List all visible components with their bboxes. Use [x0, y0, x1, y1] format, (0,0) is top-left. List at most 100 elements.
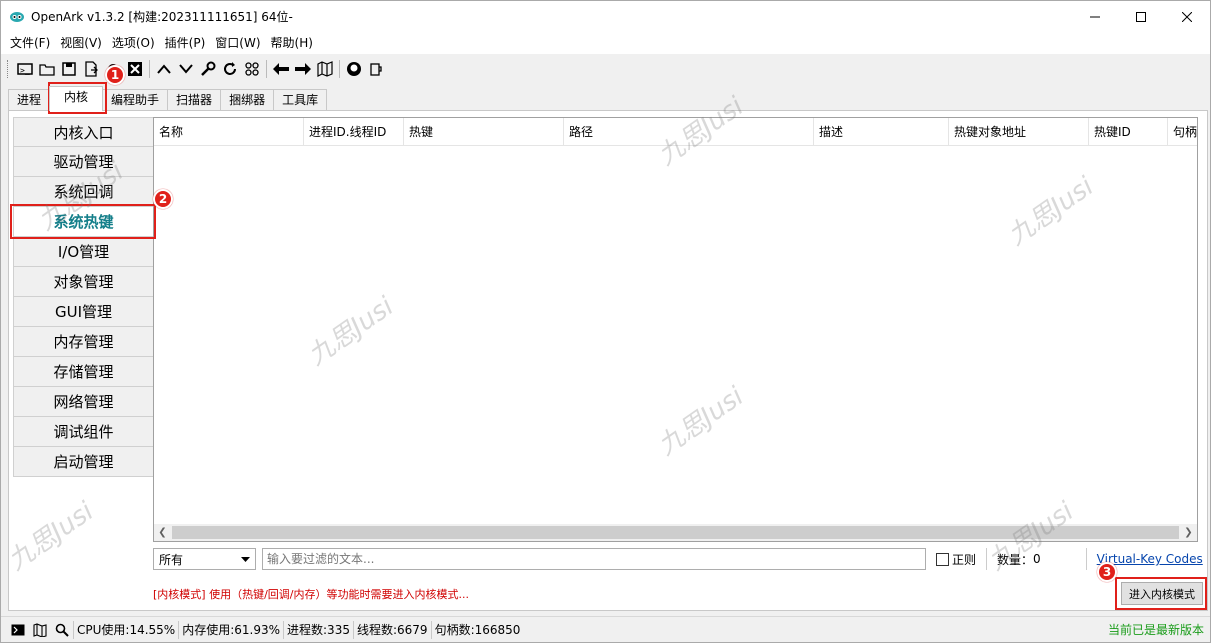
nav-startup-manager[interactable]: 启动管理	[13, 447, 154, 477]
title-bar: OpenArk v1.3.2 [构建:202311111651] 64位-	[1, 1, 1210, 32]
filter-scope-select[interactable]: 所有	[153, 548, 256, 570]
search-icon[interactable]	[51, 620, 73, 640]
map-icon[interactable]	[29, 620, 51, 640]
count-label: 数量：	[997, 552, 1034, 567]
menu-bar: 文件(F) 视图(V) 选项(O) 插件(P) 窗口(W) 帮助(H)	[1, 32, 1210, 54]
nav-system-hotkeys[interactable]: 系统热键	[13, 207, 154, 237]
minimize-button[interactable]	[1072, 1, 1118, 32]
app-window: OpenArk v1.3.2 [构建:202311111651] 64位- 文件…	[0, 0, 1211, 643]
menu-help[interactable]: 帮助(H)	[266, 32, 318, 54]
tab-kernel[interactable]: 内核	[49, 86, 104, 111]
scroll-left-icon[interactable]: ❮	[154, 524, 171, 541]
column-header-description[interactable]: 描述	[814, 118, 949, 146]
nav-memory-manager[interactable]: 内存管理	[13, 327, 154, 357]
github-icon[interactable]	[343, 58, 365, 80]
menu-plugins[interactable]: 插件(P)	[160, 32, 211, 54]
export-icon[interactable]	[80, 58, 102, 80]
nav-gui-manager[interactable]: GUI管理	[13, 297, 154, 327]
update-status: 当前已是最新版本	[1107, 623, 1204, 637]
toolbar-separator	[339, 60, 340, 78]
nav-storage-manager[interactable]: 存储管理	[13, 357, 154, 387]
regex-label: 正则	[952, 552, 977, 567]
dropdown-arrow-icon	[241, 556, 250, 562]
close-button[interactable]	[1164, 1, 1210, 32]
process-count: 进程数:335	[283, 620, 353, 639]
thread-count: 线程数:6679	[352, 620, 431, 639]
count-display: 数量： 0	[997, 551, 1041, 568]
nav-kernel-entry[interactable]: 内核入口	[13, 117, 154, 147]
tab-process[interactable]: 进程	[8, 89, 51, 111]
coffee-icon[interactable]	[365, 58, 387, 80]
exit-icon[interactable]	[124, 58, 146, 80]
nav-debug-components[interactable]: 调试组件	[13, 417, 154, 447]
handle-count: 句柄数:166850	[430, 620, 524, 639]
column-header-handle[interactable]: 句柄	[1168, 118, 1197, 146]
toolbar: >_	[1, 56, 1210, 82]
menu-view[interactable]: 视图(V)	[55, 32, 107, 54]
nav-system-callbacks[interactable]: 系统回调	[13, 177, 154, 207]
scroll-right-icon[interactable]: ❯	[1180, 524, 1197, 541]
tab-coder[interactable]: 编程助手	[102, 89, 169, 111]
nav-object-manager[interactable]: 对象管理	[13, 267, 154, 297]
memory-usage: 内存使用:61.93%	[178, 620, 283, 639]
column-header-object-address[interactable]: 热键对象地址	[949, 118, 1089, 146]
tab-scanner[interactable]: 扫描器	[167, 89, 222, 111]
wrench-icon[interactable]	[197, 58, 219, 80]
horizontal-scrollbar[interactable]: ❮ ❯	[154, 524, 1197, 541]
minimize-icon	[1090, 16, 1100, 17]
column-header-path[interactable]: 路径	[564, 118, 814, 146]
divider	[986, 548, 988, 570]
status-bar: CPU使用:14.55% 内存使用:61.93% 进程数:335 线程数:667…	[1, 616, 1210, 642]
regex-checkbox[interactable]	[936, 552, 949, 566]
filter-bar: 所有 正则 数量： 0 Virtual-Key Codes	[153, 547, 1203, 571]
toolbar-separator	[266, 60, 267, 78]
refresh-icon[interactable]	[219, 58, 241, 80]
open-folder-icon[interactable]	[36, 58, 58, 80]
main-tabs: 进程 内核 编程助手 扫描器 捆绑器 工具库	[8, 86, 328, 111]
regex-option[interactable]: 正则	[936, 551, 976, 568]
tab-toolkit[interactable]: 工具库	[273, 89, 328, 111]
toolbar-grip	[7, 60, 10, 78]
menu-options[interactable]: 选项(O)	[107, 32, 160, 54]
arrow-right-icon[interactable]	[292, 58, 314, 80]
toolbar-separator	[149, 60, 150, 78]
grid-icon[interactable]	[241, 58, 263, 80]
enter-kernel-mode-button[interactable]: 进入内核模式	[1121, 582, 1203, 605]
column-header-pid-tid[interactable]: 进程ID.线程ID	[304, 118, 404, 146]
step-badge-1: 1	[105, 65, 125, 85]
menu-file[interactable]: 文件(F)	[5, 32, 55, 54]
chevron-down-icon[interactable]	[175, 58, 197, 80]
chevron-up-icon[interactable]	[153, 58, 175, 80]
svg-text:>_: >_	[20, 66, 30, 75]
step-badge-2: 2	[153, 189, 173, 209]
console-icon[interactable]: >_	[14, 58, 36, 80]
column-header-hotkey[interactable]: 热键	[404, 118, 564, 146]
openark-logo-icon	[10, 11, 24, 22]
maximize-button[interactable]	[1118, 1, 1164, 32]
scrollbar-thumb[interactable]	[172, 526, 1179, 539]
close-icon	[1182, 11, 1192, 22]
save-icon[interactable]	[58, 58, 80, 80]
kernel-mode-message: [内核模式] 使用（热键/回调/内存）等功能时需要进入内核模式...	[153, 588, 469, 601]
filter-scope-value: 所有	[159, 552, 184, 567]
cpu-usage: CPU使用:14.55%	[73, 620, 178, 639]
kernel-sidenav: 内核入口 驱动管理 系统回调 系统热键 I/O管理 对象管理 GUI管理 内存管…	[13, 117, 154, 477]
step-badge-3: 3	[1097, 562, 1117, 582]
terminal-icon[interactable]	[7, 620, 29, 640]
nav-driver-manager[interactable]: 驱动管理	[13, 147, 154, 177]
filter-text-input[interactable]	[262, 548, 926, 570]
tab-bundler[interactable]: 捆绑器	[220, 89, 275, 111]
count-value: 0	[1033, 552, 1041, 566]
menu-window[interactable]: 窗口(W)	[210, 32, 265, 54]
hotkey-table: 名称 进程ID.线程ID 热键 路径 描述 热键对象地址 热键ID 句柄 ❮ ❯	[153, 117, 1198, 542]
window-title: OpenArk v1.3.2 [构建:202311111651] 64位-	[31, 10, 293, 24]
table-header: 名称 进程ID.线程ID 热键 路径 描述 热键对象地址 热键ID 句柄	[154, 118, 1197, 146]
maximize-icon	[1136, 11, 1146, 22]
divider	[1085, 548, 1087, 570]
column-header-name[interactable]: 名称	[154, 118, 304, 146]
arrow-left-icon[interactable]	[270, 58, 292, 80]
column-header-hotkey-id[interactable]: 热键ID	[1089, 118, 1168, 146]
nav-io-manager[interactable]: I/O管理	[13, 237, 154, 267]
map-icon[interactable]	[314, 58, 336, 80]
nav-network-manager[interactable]: 网络管理	[13, 387, 154, 417]
